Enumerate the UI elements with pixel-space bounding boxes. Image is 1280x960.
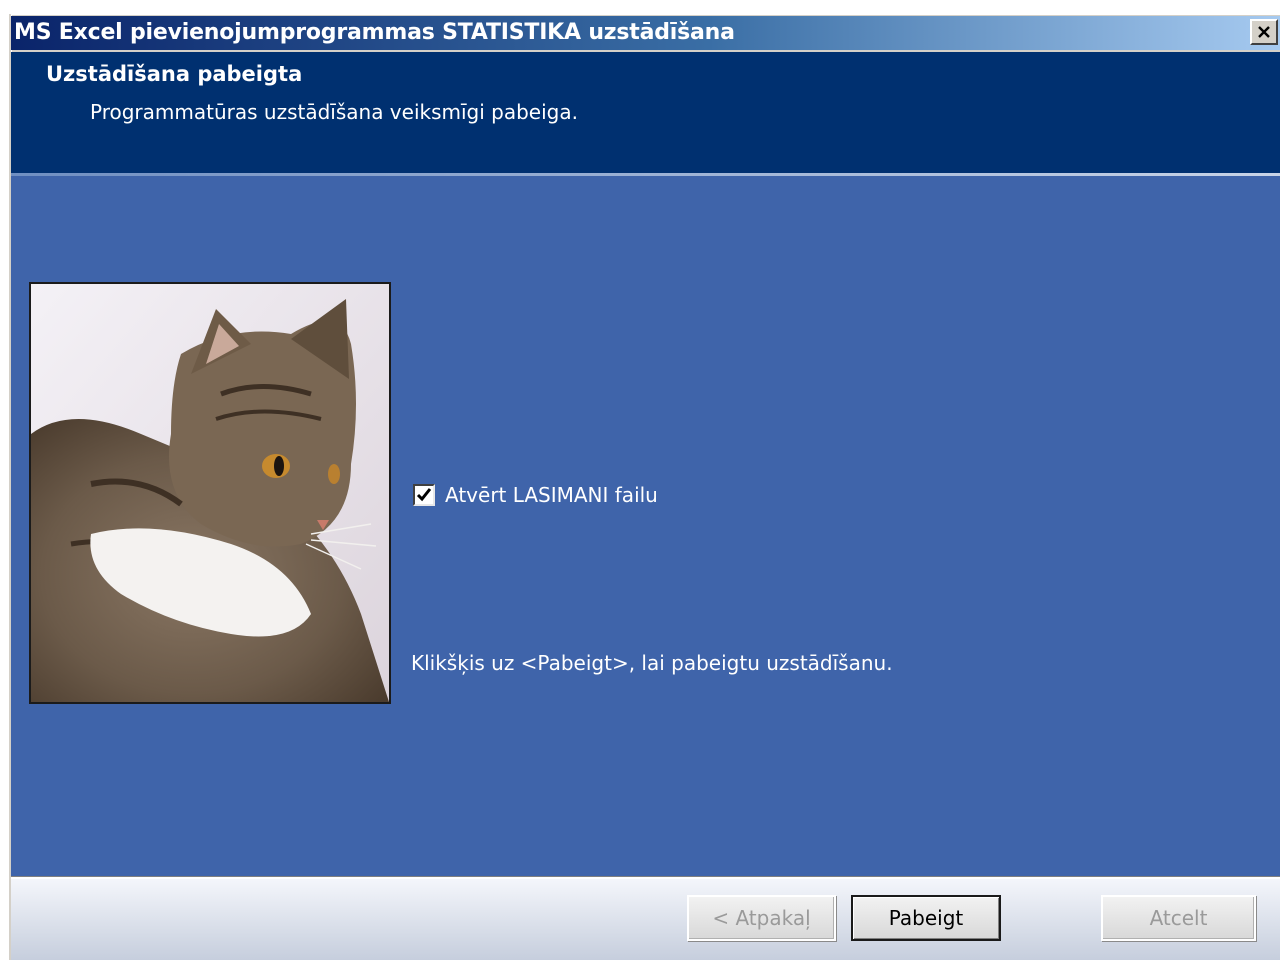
finish-button[interactable]: Pabeigt: [851, 895, 1001, 941]
wizard-header: Uzstādīšana pabeigta Programmatūras uzst…: [11, 52, 1280, 173]
step-description: Programmatūras uzstādīšana veiksmīgi pab…: [90, 100, 578, 124]
checkmark-icon: [416, 488, 432, 502]
close-button[interactable]: [1250, 19, 1278, 45]
cat-photo-icon: [31, 284, 389, 702]
step-title: Uzstādīšana pabeigta: [46, 62, 303, 86]
wizard-body: Atvērt LASIMANI failu Klikšķis uz <Pabei…: [11, 176, 1280, 876]
cancel-button[interactable]: Atcelt: [1101, 895, 1256, 941]
open-file-checkbox-label: Atvērt LASIMANI failu: [445, 483, 658, 507]
cat-photo: [29, 282, 391, 704]
open-file-checkbox[interactable]: [413, 484, 435, 506]
open-file-option[interactable]: Atvērt LASIMANI failu: [413, 480, 658, 510]
back-button[interactable]: < Atpakaļ: [687, 895, 836, 941]
close-icon: [1258, 26, 1270, 38]
wizard-footer: < Atpakaļ Pabeigt Atcelt: [11, 879, 1280, 960]
title-bar[interactable]: MS Excel pievienojumprogrammas STATISTIK…: [11, 16, 1280, 50]
window-title: MS Excel pievienojumprogrammas STATISTIK…: [14, 20, 735, 45]
finish-instruction: Klikšķis uz <Pabeigt>, lai pabeigtu uzst…: [411, 651, 893, 675]
